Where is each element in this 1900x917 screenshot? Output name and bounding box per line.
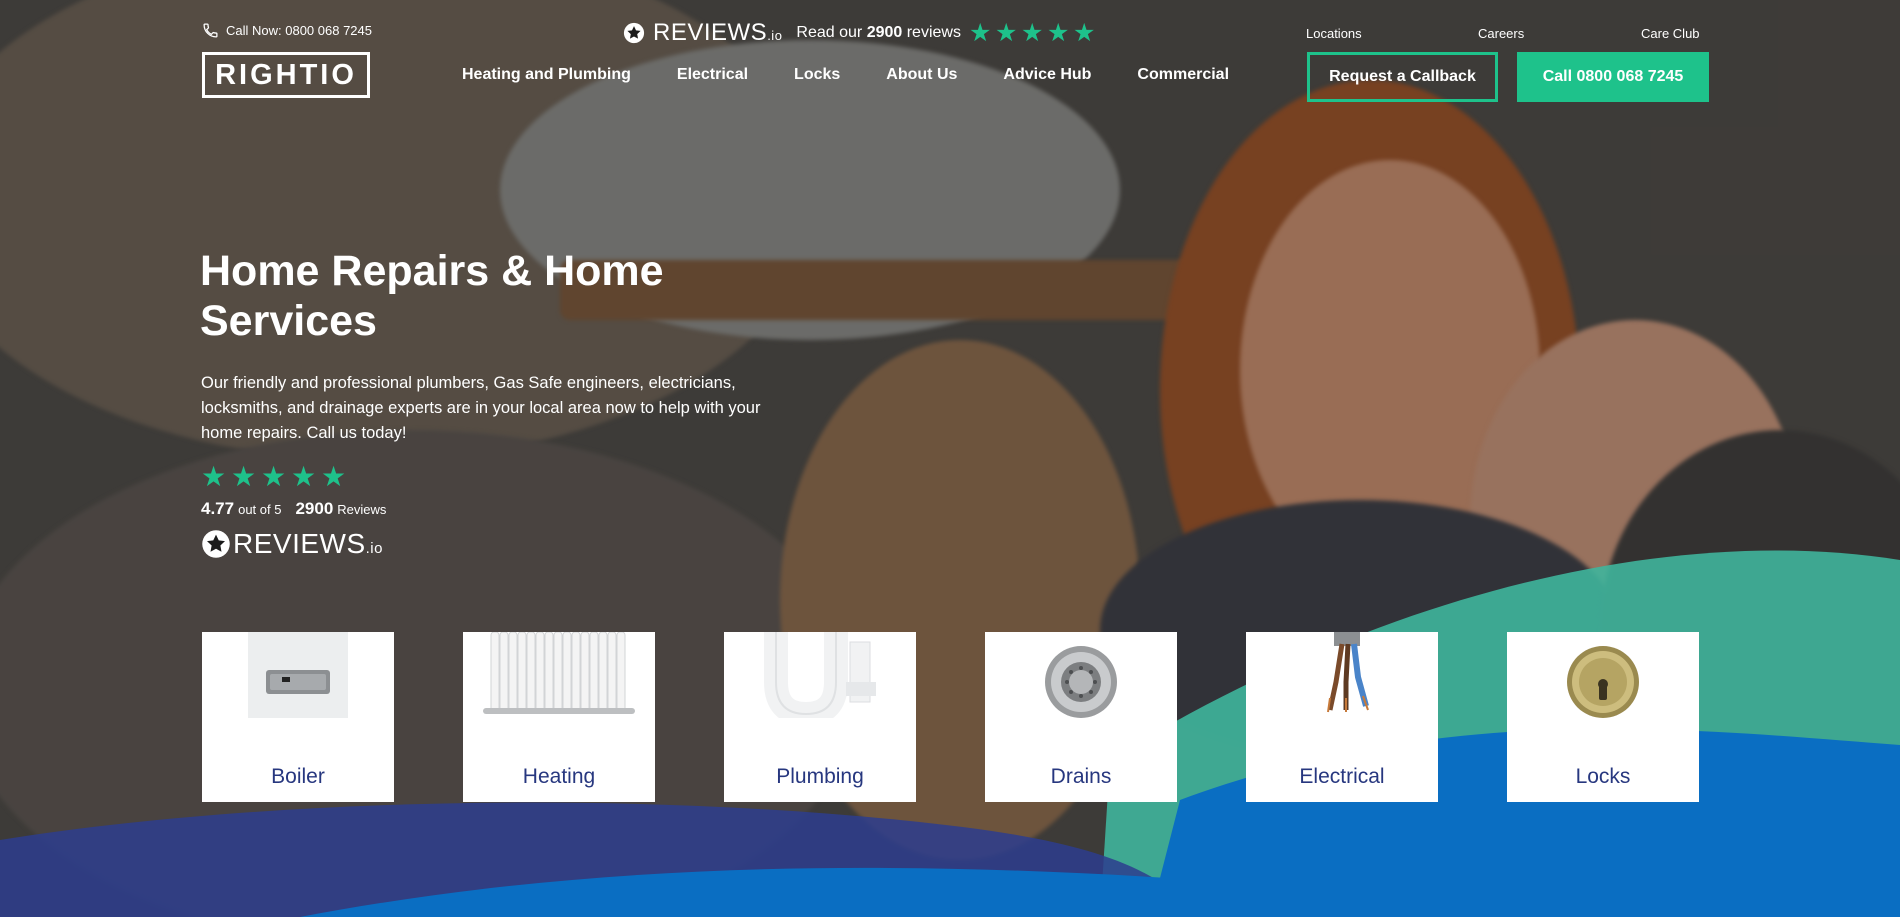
call-now-button[interactable]: Call 0800 068 7245	[1517, 52, 1709, 102]
phone-icon	[203, 23, 218, 38]
reviews-io-wordmark: REVIEWS.io	[653, 19, 783, 46]
star-icon: ★	[231, 461, 257, 492]
star-icon: ★	[291, 461, 317, 492]
star-icon: ★	[1020, 19, 1044, 47]
rating-out-of: out of 5	[238, 502, 282, 517]
reviews-io-wordmark: REVIEWS.io	[233, 528, 383, 559]
hero-title: Home Repairs & Home Services	[200, 247, 664, 345]
read-our-reviews-text: Read our 2900 reviews	[796, 24, 961, 41]
header-reviews-badge[interactable]: REVIEWS.io Read our 2900 reviews ★ ★ ★ ★…	[623, 19, 1095, 47]
pipe-image	[724, 632, 916, 732]
nav-commercial[interactable]: Commercial	[1137, 66, 1229, 84]
service-label: Plumbing	[776, 765, 864, 788]
request-callback-label: Request a Callback	[1329, 68, 1476, 85]
service-label: Heating	[522, 765, 596, 788]
hero-star-rating: ★ ★ ★ ★ ★	[201, 461, 347, 492]
wires-image	[1246, 632, 1438, 732]
star-icon: ★	[968, 19, 992, 47]
service-label: Electrical	[1299, 765, 1385, 788]
nav-electrical[interactable]: Electrical	[677, 66, 748, 84]
radiator-image	[463, 632, 655, 732]
reviews-io-star-icon	[623, 22, 645, 44]
lock-cylinder-image	[1507, 632, 1699, 732]
nav-about-us[interactable]: About Us	[886, 66, 957, 84]
service-label: Locks	[1575, 765, 1631, 788]
star-icon: ★	[321, 461, 347, 492]
nav-heating-and-plumbing[interactable]: Heating and Plumbing	[462, 66, 631, 84]
review-word: Reviews	[337, 502, 387, 517]
logo-text: RIGHTIO	[215, 58, 357, 91]
hero-rating-summary: 4.77 out of 5 2900 Reviews	[201, 499, 386, 519]
review-count: 2900	[295, 499, 334, 518]
service-label: Drains	[1050, 765, 1112, 788]
nav-locks[interactable]: Locks	[794, 66, 840, 84]
star-icon: ★	[1046, 19, 1070, 47]
hero-description: Our friendly and professional plumbers, …	[201, 374, 761, 442]
locations-link[interactable]: Locations	[1306, 26, 1362, 41]
boiler-image	[202, 632, 394, 732]
star-icon: ★	[261, 461, 287, 492]
star-icon: ★	[201, 461, 227, 492]
call-now-label: Call 0800 068 7245	[1542, 68, 1684, 85]
service-card-electrical[interactable]: Electrical	[1246, 632, 1438, 802]
service-cards: Boiler Heating Plumbing Drains Electrica…	[202, 632, 1699, 802]
header-phone-text: Call Now: 0800 068 7245	[226, 23, 372, 38]
request-callback-button[interactable]: Request a Callback	[1307, 52, 1498, 102]
careers-link[interactable]: Careers	[1478, 26, 1524, 41]
service-card-plumbing[interactable]: Plumbing	[724, 632, 916, 802]
service-card-locks[interactable]: Locks	[1507, 632, 1699, 802]
reviews-io-star-icon	[202, 530, 230, 558]
main-navigation: Heating and Plumbing Electrical Locks Ab…	[462, 66, 1229, 84]
drain-image	[985, 632, 1177, 732]
service-label: Boiler	[271, 765, 325, 788]
service-card-heating[interactable]: Heating	[463, 632, 655, 802]
care-club-link[interactable]: Care Club	[1641, 26, 1700, 41]
star-icon: ★	[994, 19, 1018, 47]
header-star-rating: ★ ★ ★ ★ ★	[968, 19, 1096, 47]
hero-reviews-io-logo[interactable]: REVIEWS.io	[201, 528, 383, 560]
service-card-drains[interactable]: Drains	[985, 632, 1177, 802]
rightio-logo[interactable]: RIGHTIO	[202, 52, 370, 98]
nav-advice-hub[interactable]: Advice Hub	[1003, 66, 1091, 84]
service-card-boiler[interactable]: Boiler	[202, 632, 394, 802]
star-icon: ★	[1072, 19, 1096, 47]
header-phone[interactable]: Call Now: 0800 068 7245	[202, 22, 372, 39]
rating-value: 4.77	[201, 499, 235, 518]
